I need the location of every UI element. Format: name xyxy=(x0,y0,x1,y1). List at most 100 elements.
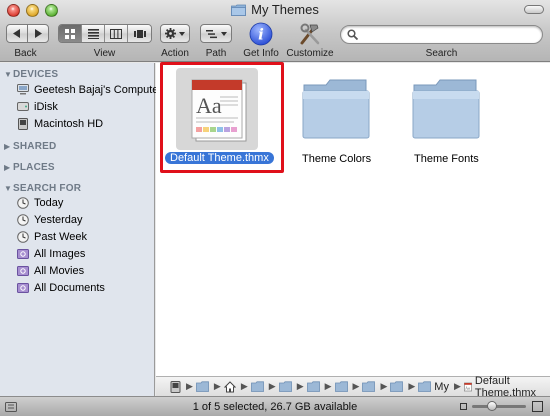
clock-icon xyxy=(17,196,29,209)
chevron-down-icon xyxy=(179,31,185,36)
folder-icon xyxy=(306,381,320,392)
sidebar-item-label: Yesterday xyxy=(34,213,83,226)
icon-view-icon xyxy=(64,28,75,39)
path-segment[interactable] xyxy=(390,381,404,392)
sidebar-item-label: All Movies xyxy=(34,264,85,277)
path-segment[interactable] xyxy=(250,381,264,392)
sidebar-item-macintosh-hd[interactable]: Macintosh HD xyxy=(17,115,103,132)
path-segment[interactable] xyxy=(334,381,348,392)
gear-icon xyxy=(165,28,176,39)
path-separator-icon: ▶ xyxy=(324,381,332,391)
path-bar: ▶ ▶ ▶ ▶ ▶ ▶ ▶ ▶ ▶ My ▶ Aa Default Theme.th… xyxy=(156,374,550,399)
forward-button[interactable] xyxy=(27,24,49,43)
path-segment-my[interactable]: My xyxy=(418,381,449,393)
path-label: Path xyxy=(205,48,227,59)
icon-size-slider[interactable] xyxy=(472,401,526,411)
folder-icon xyxy=(231,4,247,16)
window-title-bar: My Themes xyxy=(0,2,550,17)
file-name-label: Default Theme.thmx xyxy=(165,152,274,164)
folder-icon xyxy=(278,381,292,392)
path-separator-icon: ▶ xyxy=(268,381,276,391)
search-label: Search xyxy=(425,48,458,59)
file-name-label: Theme Fonts xyxy=(414,153,479,165)
path-segment-current-file[interactable]: Aa Default Theme.thmx xyxy=(463,374,547,399)
finder-window: My Themes Back View Action Path i Get In… xyxy=(0,0,550,416)
path-segment-label: Default Theme.thmx xyxy=(474,374,537,399)
customize-button[interactable] xyxy=(299,22,321,46)
path-menu-button[interactable] xyxy=(200,24,232,43)
column-view-icon xyxy=(110,28,122,39)
back-button[interactable] xyxy=(6,24,28,43)
smart-folder-icon xyxy=(17,282,29,294)
sidebar-section-shared[interactable]: ▶ SHARED xyxy=(4,141,56,152)
sidebar-section-places[interactable]: ▶ PLACES xyxy=(4,162,55,173)
path-segment-label: My xyxy=(434,380,449,393)
path-segment[interactable] xyxy=(306,381,320,392)
path-separator-icon: ▶ xyxy=(296,381,304,391)
view-label: View xyxy=(93,48,116,59)
back-label: Back xyxy=(14,48,37,59)
folder-icon xyxy=(418,381,432,392)
sidebar: ▼DEVICES Geetesh Bajaj's Computer iDisk … xyxy=(0,63,162,396)
idisk-icon xyxy=(17,101,29,113)
sidebar-item-label: Past Week xyxy=(34,230,87,243)
folder-icon xyxy=(334,381,348,392)
path-segment[interactable] xyxy=(278,381,292,392)
list-view-button[interactable] xyxy=(82,25,105,42)
path-segment[interactable] xyxy=(196,381,209,392)
action-label: Action xyxy=(161,48,189,59)
file-item-default-theme[interactable]: Aa Default Theme.thmx xyxy=(156,63,288,173)
get-info-button[interactable]: i xyxy=(249,22,273,46)
file-item-theme-colors[interactable]: Theme Colors xyxy=(292,63,382,173)
path-separator-icon: ▶ xyxy=(453,381,461,391)
customize-label: Customize xyxy=(286,48,334,59)
search-field[interactable] xyxy=(340,25,543,44)
column-view-button[interactable] xyxy=(105,25,128,42)
view-switcher[interactable] xyxy=(58,24,152,43)
path-separator-icon: ▶ xyxy=(380,381,388,391)
coverflow-view-button[interactable] xyxy=(128,25,151,42)
status-text: 1 of 5 selected, 26.7 GB available xyxy=(192,401,358,413)
action-menu-button[interactable] xyxy=(160,24,190,43)
path-separator-icon: ▶ xyxy=(352,381,360,391)
icon-view-button[interactable] xyxy=(59,25,82,42)
disclosure-triangle-down-icon[interactable]: ▼ xyxy=(4,184,13,193)
search-input[interactable] xyxy=(361,28,536,41)
clock-icon xyxy=(17,213,29,226)
home-icon xyxy=(223,380,236,392)
sidebar-item-yesterday[interactable]: Yesterday xyxy=(17,211,83,228)
svg-text:i: i xyxy=(258,26,264,44)
svg-text:Aa: Aa xyxy=(465,385,470,390)
sidebar-item-today[interactable]: Today xyxy=(17,194,63,211)
theme-file-icon: Aa xyxy=(463,382,472,391)
folder-icon xyxy=(362,381,376,392)
sidebar-section-devices[interactable]: ▼DEVICES xyxy=(4,69,58,80)
get-info-label: Get Info xyxy=(243,48,279,59)
sidebar-item-all-images[interactable]: All Images xyxy=(17,245,85,262)
file-item-theme-fonts[interactable]: Theme Fonts xyxy=(402,63,492,173)
sidebar-item-idisk[interactable]: iDisk xyxy=(17,98,58,115)
sidebar-item-label: All Documents xyxy=(34,281,105,294)
sidebar-item-computer[interactable]: Geetesh Bajaj's Computer xyxy=(17,81,162,98)
path-separator-icon: ▶ xyxy=(240,381,248,391)
sidebar-item-label: All Images xyxy=(34,247,86,260)
path-segment[interactable] xyxy=(170,380,181,393)
disclosure-triangle-down-icon[interactable]: ▼ xyxy=(4,70,13,79)
sidebar-item-past-week[interactable]: Past Week xyxy=(17,228,87,245)
path-segment[interactable] xyxy=(223,380,236,393)
disclosure-triangle-right-icon[interactable]: ▶ xyxy=(4,163,13,172)
svg-text:Aa: Aa xyxy=(196,93,222,118)
back-arrow-icon xyxy=(13,29,20,38)
disclosure-triangle-right-icon[interactable]: ▶ xyxy=(4,142,13,151)
sidebar-item-label: Today xyxy=(34,196,64,209)
sidebar-item-all-movies[interactable]: All Movies xyxy=(17,262,84,279)
path-icon xyxy=(205,29,217,38)
sidebar-section-search-for[interactable]: ▼SEARCH FOR xyxy=(4,183,81,194)
path-segment[interactable] xyxy=(362,381,376,392)
theme-file-icon: Aa xyxy=(191,79,247,142)
file-browser-pane[interactable]: Aa Default Theme.thmx Theme Colors Theme… xyxy=(156,62,550,376)
clock-icon xyxy=(17,230,29,243)
folder-icon xyxy=(390,381,404,392)
sidebar-item-all-documents[interactable]: All Documents xyxy=(17,279,105,296)
smart-folder-icon xyxy=(17,265,29,277)
